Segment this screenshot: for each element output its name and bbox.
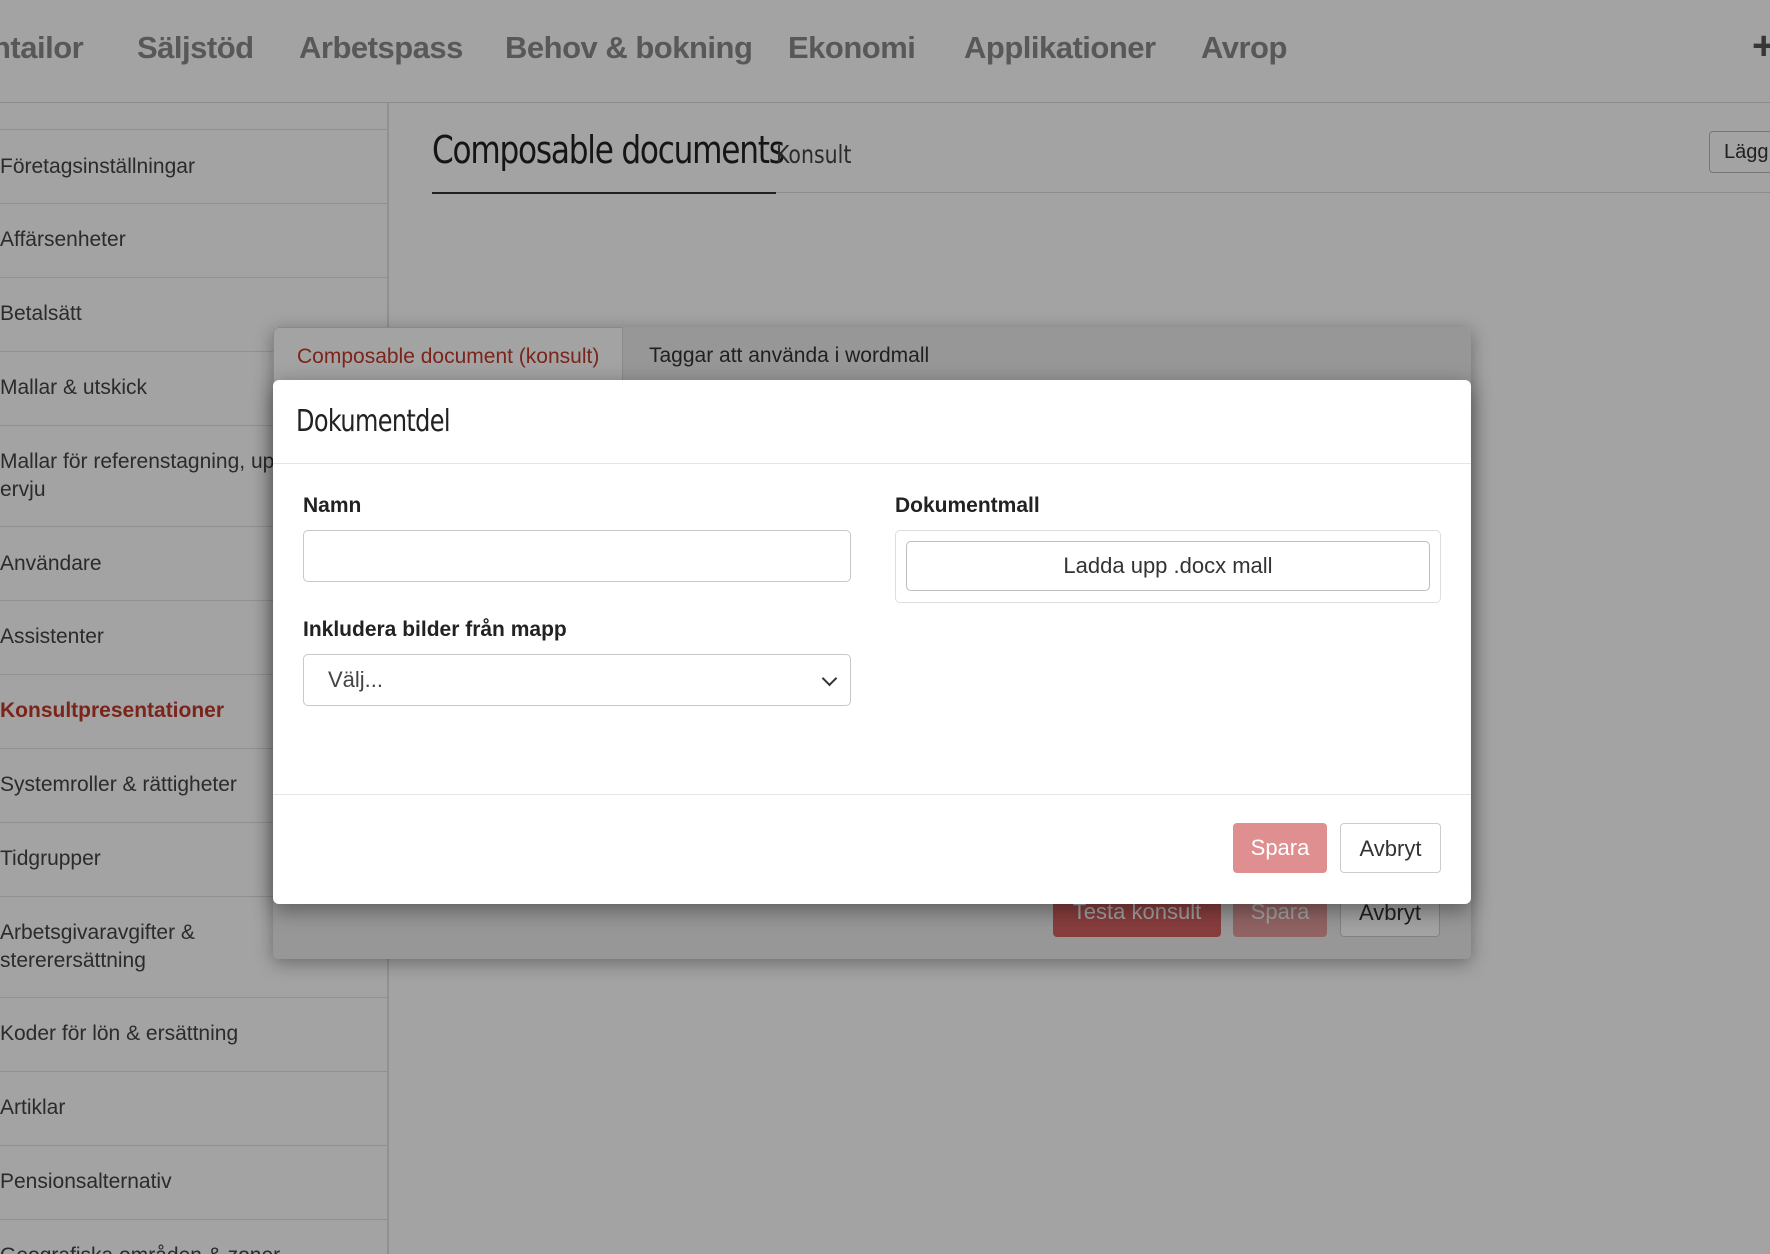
upload-docx-button[interactable]: Ladda upp .docx mall (906, 541, 1430, 591)
document-template-label: Dokumentmall (895, 494, 1040, 517)
images-folder-select[interactable]: Välj... (303, 654, 851, 706)
modal-header: Dokumentdel (273, 380, 1471, 464)
modal-footer: Spara Avbryt (273, 794, 1471, 905)
name-label: Namn (303, 494, 362, 517)
save-button[interactable]: Spara (1233, 823, 1327, 873)
name-input[interactable] (303, 530, 851, 582)
select-value: Välj... (328, 667, 384, 692)
chevron-down-icon (821, 670, 838, 687)
images-folder-label: Inkludera bilder från mapp (303, 618, 567, 641)
document-part-modal: Dokumentdel Namn Inkludera bilder från m… (273, 380, 1471, 904)
upload-container: Ladda upp .docx mall (895, 530, 1441, 603)
modal-title: Dokumentdel (296, 404, 451, 439)
cancel-button[interactable]: Avbryt (1340, 823, 1441, 873)
